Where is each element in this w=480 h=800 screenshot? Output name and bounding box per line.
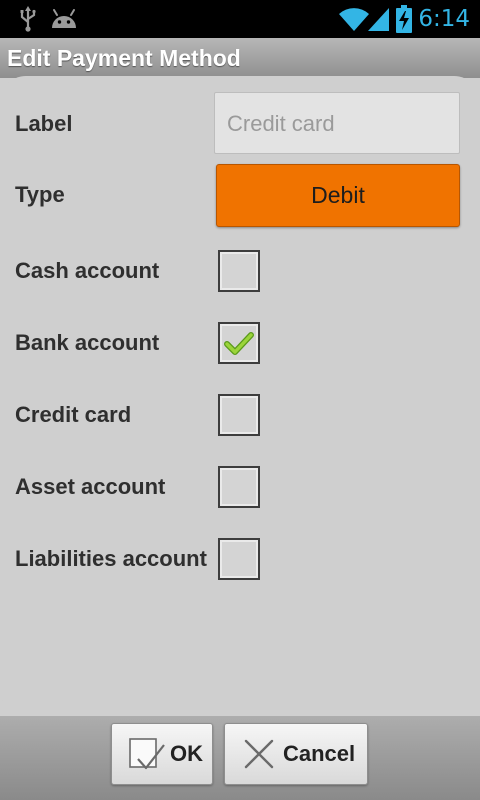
liabilities-account-label: Liabilities account [15,546,207,571]
android-icon [50,0,78,38]
bank-account-checkbox[interactable] [218,322,260,364]
wifi-icon [338,0,370,38]
cash-account-label: Cash account [15,258,160,283]
signal-icon [368,0,390,38]
ok-button[interactable]: OK [111,723,213,785]
type-selector-button[interactable]: Debit [216,164,460,227]
checkmark-icon [224,332,254,355]
title-bar: Edit Payment Method [0,38,480,78]
asset-account-checkbox[interactable] [218,466,260,508]
asset-account-label: Asset account [15,474,166,499]
ok-button-label: OK [170,741,203,766]
dialog-title: Edit Payment Method [7,45,241,71]
cancel-button[interactable]: Cancel [224,723,368,785]
label-field-label: Label [15,111,73,136]
credit-card-checkbox[interactable] [218,394,260,436]
type-selector-value: Debit [311,182,365,208]
credit-card-label: Credit card [15,402,132,427]
usb-icon [18,0,38,38]
battery-charging-icon [396,0,412,38]
clock: 6:14 [418,6,470,32]
x-cross-icon [243,738,275,770]
checkbox-check-icon [128,735,166,773]
cancel-button-label: Cancel [283,741,356,766]
status-bar: 6:14 [0,0,480,38]
liabilities-account-checkbox[interactable] [218,538,260,580]
label-input[interactable]: Credit card [214,92,460,154]
type-field-label: Type [15,182,65,207]
bank-account-label: Bank account [15,330,160,355]
cash-account-checkbox[interactable] [218,250,260,292]
label-input-placeholder: Credit card [227,111,335,136]
